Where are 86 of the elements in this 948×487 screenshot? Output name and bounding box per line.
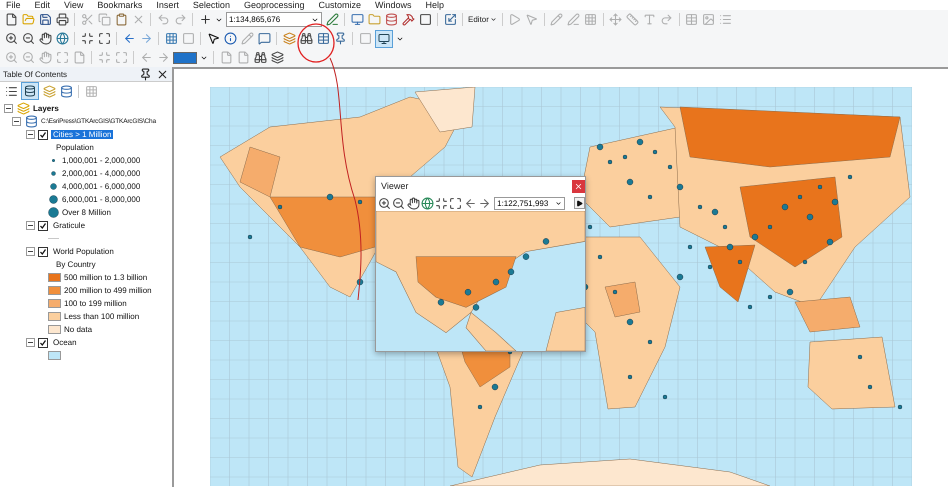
- caret-icon[interactable]: [554, 200, 562, 206]
- menu-item[interactable]: Geoprocessing: [244, 1, 304, 10]
- table-icon[interactable]: [316, 32, 330, 46]
- menu-item[interactable]: Edit: [34, 1, 50, 10]
- legend-label: 100 to 199 million: [64, 299, 127, 308]
- legend-label: 2,000,001 - 4,000,000: [62, 169, 140, 178]
- menu-item[interactable]: View: [64, 1, 84, 10]
- scale-field[interactable]: 1:122,751,993: [494, 196, 565, 210]
- back-arrow-icon[interactable]: [122, 32, 136, 46]
- layer-checkbox[interactable]: [38, 220, 48, 230]
- new-file-icon[interactable]: [4, 12, 18, 26]
- play-button[interactable]: [574, 197, 586, 209]
- pan-icon[interactable]: [406, 196, 420, 210]
- annotation-circle: [297, 23, 335, 63]
- close-button[interactable]: [572, 180, 585, 192]
- menu-item[interactable]: Selection: [192, 1, 230, 10]
- menu-item[interactable]: Bookmarks: [97, 1, 142, 10]
- window-title: Viewer: [381, 181, 408, 191]
- menu-item[interactable]: File: [6, 1, 21, 10]
- layer-checkbox[interactable]: [38, 130, 48, 140]
- collapse-toggle[interactable]: [26, 130, 35, 139]
- caret-icon: [490, 16, 497, 23]
- fixed-zoom-in-icon[interactable]: [80, 32, 94, 46]
- back-arrow-icon[interactable]: [464, 196, 477, 210]
- globe-icon[interactable]: [420, 196, 434, 210]
- menu-item[interactable]: Insert: [156, 1, 179, 10]
- layer-name[interactable]: World Population: [51, 247, 116, 256]
- layer-name[interactable]: Ocean: [51, 338, 79, 347]
- pointer-icon[interactable]: [206, 32, 220, 46]
- zoom-in-icon[interactable]: [378, 196, 392, 210]
- collapse-toggle[interactable]: [26, 221, 35, 230]
- list-icon[interactable]: [4, 84, 18, 98]
- color-dropdown[interactable]: [173, 52, 197, 64]
- close-icon: [574, 182, 583, 190]
- database-icon[interactable]: [384, 12, 398, 26]
- legend-label: 4,000,001 - 6,000,000: [62, 182, 140, 191]
- collapse-toggle[interactable]: [4, 104, 13, 113]
- legend-label: 1,000,001 - 2,000,000: [62, 156, 140, 165]
- play-icon: [576, 200, 583, 206]
- database-icon[interactable]: [24, 114, 38, 128]
- legend-label: 500 million to 1.3 billion: [64, 273, 148, 282]
- layer-checkbox[interactable]: [38, 246, 48, 256]
- legend-heading: By Country: [56, 260, 96, 269]
- menu-item[interactable]: Customize: [318, 1, 362, 10]
- monitor-icon: [378, 32, 390, 44]
- database-icon: [24, 85, 36, 97]
- print-icon[interactable]: [55, 12, 69, 26]
- pin-icon[interactable]: [138, 67, 152, 81]
- binoculars-icon[interactable]: [299, 32, 313, 46]
- layer-name[interactable]: Graticule: [51, 221, 88, 230]
- layer-name[interactable]: Cities > 1 Million: [51, 130, 114, 139]
- panel-title: Table Of Contents: [3, 70, 68, 78]
- collapse-toggle[interactable]: [26, 338, 35, 347]
- layers-icon[interactable]: [270, 50, 284, 64]
- tree-item[interactable]: Layers: [33, 104, 59, 113]
- legend-label: Over 8 Million: [62, 208, 111, 217]
- layer-checkbox[interactable]: [38, 338, 48, 348]
- zoom-in-icon[interactable]: [4, 32, 18, 46]
- scale-field[interactable]: 1:134,865,676: [226, 12, 322, 27]
- collapse-toggle[interactable]: [26, 247, 35, 256]
- zoom-out-icon[interactable]: [392, 196, 406, 210]
- globe-icon[interactable]: [55, 32, 69, 46]
- legend-label: Less than 100 million: [64, 312, 140, 321]
- zoom-out-icon[interactable]: [21, 32, 35, 46]
- collapse-toggle[interactable]: [12, 117, 21, 126]
- list-by-source-button[interactable]: [21, 82, 39, 100]
- binoculars-icon[interactable]: [253, 50, 267, 64]
- legend-label: 6,000,001 - 8,000,000: [62, 195, 140, 204]
- fixed-zoom-out-icon[interactable]: [449, 196, 463, 210]
- editor-menu[interactable]: Editor: [468, 15, 497, 24]
- viewer-window-button[interactable]: [375, 30, 393, 48]
- pan-icon[interactable]: [38, 32, 52, 46]
- menu-item[interactable]: Windows: [375, 1, 412, 10]
- legend-label: 200 million to 499 million: [64, 286, 152, 295]
- legend-heading: Population: [56, 143, 94, 152]
- legend-label: No data: [64, 325, 92, 334]
- fixed-zoom-in-icon[interactable]: [435, 196, 448, 210]
- paste-icon[interactable]: [114, 12, 128, 26]
- add-data-icon[interactable]: [198, 12, 212, 26]
- menu-item[interactable]: Help: [426, 1, 444, 10]
- info-icon[interactable]: [223, 32, 237, 46]
- forward-arrow-icon[interactable]: [478, 196, 492, 210]
- fixed-zoom-out-icon[interactable]: [97, 32, 111, 46]
- database-icon[interactable]: [59, 84, 73, 98]
- message-icon[interactable]: [257, 32, 271, 46]
- save-icon[interactable]: [38, 12, 52, 26]
